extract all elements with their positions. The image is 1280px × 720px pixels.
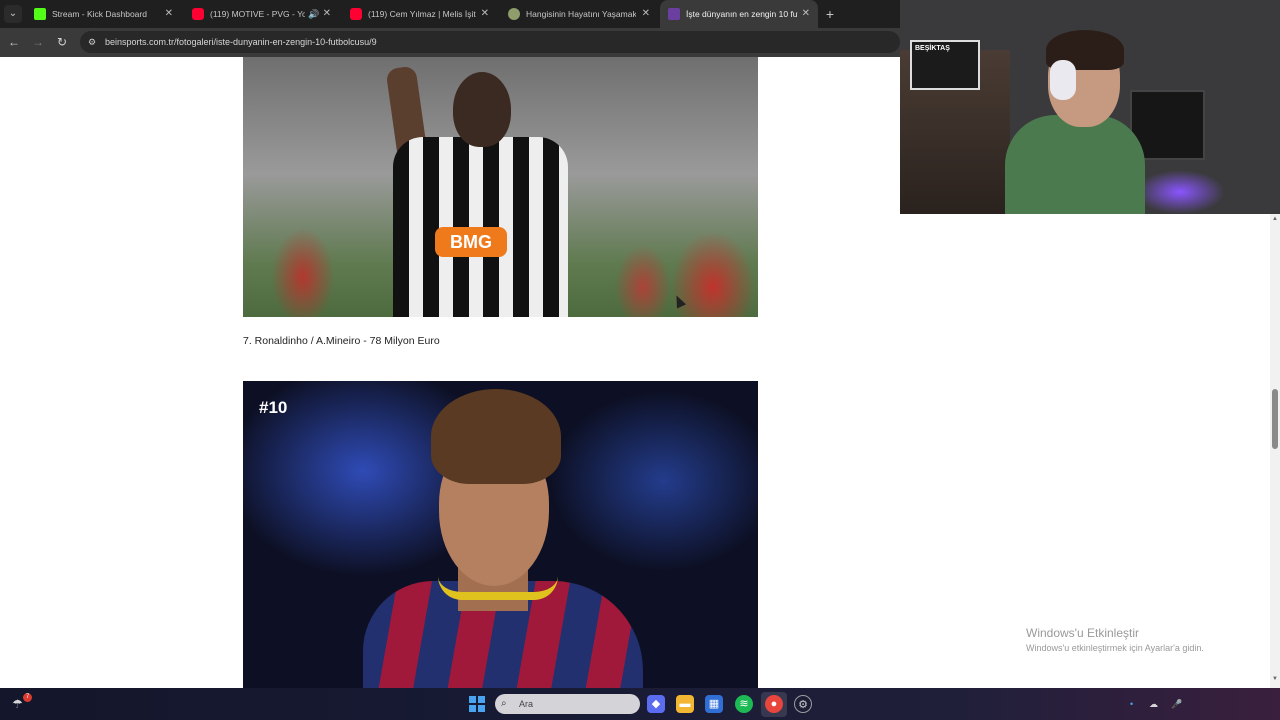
back-arrow-icon[interactable]: ← [6,34,22,50]
tab-kick-dashboard[interactable]: Stream - Kick Dashboard ✕ [26,0,181,28]
page-scrollbar[interactable]: ▲ ▼ [1270,214,1280,688]
chrome-icon[interactable]: ● [765,695,783,713]
windows-activation-watermark: Windows'u Etkinleştir Windows'u etkinleş… [1026,626,1204,653]
watermark-title: Windows'u Etkinleştir [1026,626,1139,640]
jersey-sponsor-logo: BMG [435,227,507,257]
copilot-icon[interactable]: ◆ [647,695,665,713]
photo-caption: 7. Ronaldinho / A.Mineiro - 78 Milyon Eu… [243,335,440,347]
webcam-overlay: BEŞİKTAŞ [900,0,1280,214]
windows-taskbar: ☂ 7 ⌕ Ara ◆ ▬ ▦ ≋ ● ⚙ • ☁ 🎤 [0,688,1280,720]
store-icon[interactable]: ▦ [705,695,723,713]
file-explorer-icon[interactable]: ▬ [676,695,694,713]
tab-youtube-cem-yilmaz[interactable]: (119) Cem Yılmaz | Melis İşiten ✕ [342,0,497,28]
ronaldinho-photo: BMG [243,57,758,317]
notification-badge: 7 [23,693,32,702]
new-tab-button[interactable]: + [822,5,838,23]
streamer-body [1005,115,1145,214]
site-settings-icon[interactable]: ⚙ [88,36,100,48]
settings-icon[interactable]: ⚙ [794,695,812,713]
tab-title: Hangisinin Hayatını Yaşamak İst [526,9,636,19]
microphone-icon[interactable]: 🎤 [1171,698,1182,710]
tab-title: İşte dünyanın en zengin 10 futb [686,9,798,19]
rank-label: #10 [259,398,288,417]
tab-title: (119) MOTIVE - PVG - YouTube [210,9,305,19]
tab-beinsports-active[interactable]: İşte dünyanın en zengin 10 futb ✕ [660,0,818,28]
forward-arrow-icon[interactable]: → [30,34,46,50]
scroll-down-icon[interactable]: ▼ [1272,676,1278,682]
close-icon[interactable]: ✕ [642,0,650,28]
search-icon: ⌕ [501,698,507,709]
close-icon[interactable]: ✕ [165,0,173,28]
taskbar-search[interactable]: ⌕ Ara [495,694,640,714]
cloud-icon[interactable]: ☁ [1149,698,1158,710]
kick-icon [34,8,46,20]
address-bar[interactable]: ⚙ beinsports.com.tr/fotogaleri/iste-duny… [80,31,900,53]
close-icon[interactable]: ✕ [802,0,810,28]
photo-head [453,72,511,147]
rgb-light [1135,170,1225,214]
site-icon [508,8,520,20]
neymar-photo: #10 [243,381,758,688]
close-icon[interactable]: ✕ [323,0,331,28]
beinsports-icon [668,8,680,20]
team-flag-text: BEŞİKTAŞ [915,45,950,52]
headset-icon [1050,60,1076,100]
tab-hangisinin-hayatini[interactable]: Hangisinin Hayatını Yaşamak İst ✕ [500,0,658,28]
tab-search-chevron-icon[interactable]: ⌄ [4,5,22,23]
tab-title: Stream - Kick Dashboard [52,9,147,19]
youtube-icon [350,8,362,20]
status-dot-icon: • [1130,699,1134,709]
youtube-icon [192,8,204,20]
spotify-icon[interactable]: ≋ [735,695,753,713]
tab-title: (119) Cem Yılmaz | Melis İşiten [368,9,476,19]
scroll-up-icon[interactable]: ▲ [1272,216,1278,222]
watermark-subtitle: Windows'u etkinleştirmek için Ayarlar'a … [1026,643,1204,653]
reload-icon[interactable]: ↻ [54,34,70,50]
photo-hair [431,389,561,484]
search-placeholder: Ara [519,699,534,709]
speaker-icon[interactable]: 🔊 [308,0,319,28]
start-button[interactable] [469,696,485,712]
close-icon[interactable]: ✕ [481,0,489,28]
tab-youtube-motive[interactable]: (119) MOTIVE - PVG - YouTube 🔊 ✕ [184,0,339,28]
team-flag: BEŞİKTAŞ [910,40,980,90]
scrollbar-thumb[interactable] [1272,389,1278,449]
url-text[interactable]: beinsports.com.tr/fotogaleri/iste-dunyan… [105,31,377,53]
